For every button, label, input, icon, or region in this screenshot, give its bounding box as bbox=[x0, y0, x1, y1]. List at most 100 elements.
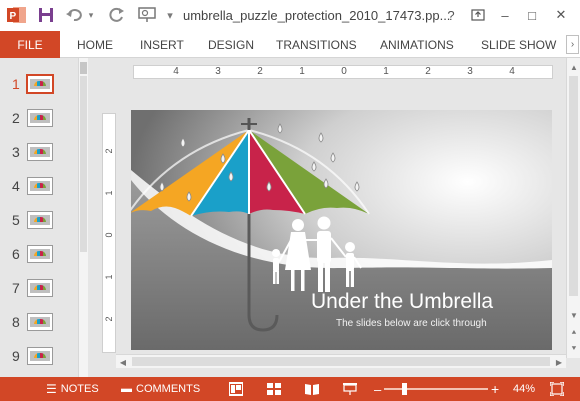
comment-icon: ▬ bbox=[121, 383, 132, 395]
ribbon-scroll-right-icon[interactable]: › bbox=[566, 35, 579, 54]
notes-icon: ☰ bbox=[46, 382, 57, 396]
zoom-slider-track[interactable] bbox=[384, 388, 488, 390]
ruler-tick-label: 2 bbox=[104, 148, 114, 154]
slide-number: 6 bbox=[12, 246, 20, 262]
ribbon-display-options-icon[interactable] bbox=[467, 5, 489, 25]
slide-subtitle-text[interactable]: The slides below are click through bbox=[336, 318, 487, 329]
slide-thumbnail-image bbox=[27, 245, 53, 263]
scroll-right-arrow-icon[interactable]: ▶ bbox=[552, 355, 566, 369]
scroll-down-arrow-icon[interactable]: ▼ bbox=[567, 308, 580, 322]
minimize-button[interactable]: – bbox=[494, 5, 516, 25]
slide-thumbnail-8[interactable]: 8 bbox=[0, 308, 78, 338]
slide-editing-area: 4 3 2 1 0 1 2 3 4 2 1 0 1 2 Under the Um… bbox=[88, 58, 580, 377]
comments-button[interactable]: ▬ COMMENTS bbox=[121, 377, 200, 401]
notes-button[interactable]: ☰ NOTES bbox=[46, 377, 99, 401]
tab-home[interactable]: HOME bbox=[77, 31, 113, 58]
slide-thumbnail-image bbox=[27, 177, 53, 195]
vertical-scrollbar[interactable]: ▲ ▼ ⯅ ⯆ bbox=[566, 58, 580, 358]
svg-text:P: P bbox=[10, 11, 17, 22]
powerpoint-icon: P bbox=[6, 5, 28, 25]
slide-artwork bbox=[131, 110, 552, 350]
slide-thumbnail-7[interactable]: 7 bbox=[0, 274, 78, 304]
horizontal-scrollbar[interactable]: ◀ ▶ bbox=[116, 354, 566, 368]
slide-thumbnail-1[interactable]: 1 bbox=[0, 70, 78, 100]
restore-button[interactable]: □ bbox=[521, 5, 543, 25]
scroll-up-arrow-icon[interactable]: ▲ bbox=[567, 60, 580, 74]
repeat-icon[interactable] bbox=[107, 5, 127, 25]
horizontal-ruler: 4 3 2 1 0 1 2 3 4 bbox=[133, 65, 553, 79]
slide-thumbnail-image bbox=[26, 74, 54, 94]
notes-label: NOTES bbox=[60, 383, 99, 395]
ruler-tick-label: 3 bbox=[467, 66, 473, 77]
slide-thumbnail-4[interactable]: 4 bbox=[0, 172, 78, 202]
close-button[interactable]: ✕ bbox=[550, 5, 572, 25]
undo-dropdown-icon[interactable]: ▾ bbox=[86, 5, 96, 25]
slide-thumbnail-6[interactable]: 6 bbox=[0, 240, 78, 270]
undo-icon[interactable] bbox=[64, 5, 84, 25]
zoom-slider-thumb[interactable] bbox=[402, 383, 407, 395]
vertical-ruler: 2 1 0 1 2 bbox=[102, 113, 116, 353]
comments-label: COMMENTS bbox=[136, 383, 201, 395]
tab-file[interactable]: FILE bbox=[0, 31, 60, 58]
document-title: umbrella_puzzle_protection_2010_17473.pp… bbox=[183, 8, 451, 23]
customize-qat-icon[interactable]: ▾ bbox=[164, 5, 176, 25]
thumbnails-scrollbar[interactable] bbox=[78, 58, 88, 377]
slide-thumbnail-2[interactable]: 2 bbox=[0, 104, 78, 134]
help-button[interactable]: ? bbox=[440, 5, 462, 25]
save-icon[interactable] bbox=[36, 5, 56, 25]
normal-view-icon[interactable] bbox=[229, 382, 243, 396]
slide-thumbnail-3[interactable]: 3 bbox=[0, 138, 78, 168]
thumbnails-scroll-thumb[interactable] bbox=[80, 76, 87, 252]
present-from-beginning-icon[interactable] bbox=[136, 5, 158, 25]
slide-title-text[interactable]: Under the Umbrella bbox=[311, 290, 493, 314]
slide-number: 5 bbox=[12, 212, 20, 228]
reading-view-icon[interactable] bbox=[305, 382, 319, 396]
title-bar: P ▾ ▾ umbrella_puzzle_protection_2010_17… bbox=[0, 0, 580, 31]
ruler-tick-label: 3 bbox=[215, 66, 221, 77]
slide-sorter-icon[interactable] bbox=[267, 382, 281, 396]
slide-thumbnail-image bbox=[27, 313, 53, 331]
ruler-tick-label: 1 bbox=[104, 190, 114, 196]
slide-number: 9 bbox=[12, 348, 20, 364]
ruler-tick-label: 2 bbox=[257, 66, 263, 77]
slide-number: 2 bbox=[12, 110, 20, 126]
vertical-scroll-thumb[interactable] bbox=[569, 76, 578, 296]
slide-thumbnail-image bbox=[27, 347, 53, 365]
ruler-tick-label: 1 bbox=[383, 66, 389, 77]
ribbon-tabs: FILE HOME INSERT DESIGN TRANSITIONS ANIM… bbox=[0, 31, 580, 58]
slide-number: 8 bbox=[12, 314, 20, 330]
slide-thumbnails-pane: 1 2 3 4 5 6 7 8 9 bbox=[0, 58, 88, 377]
slide-number: 1 bbox=[12, 76, 20, 92]
slide-thumbnail-image bbox=[27, 143, 53, 161]
status-bar: ☰ NOTES ▬ COMMENTS – + 44% bbox=[0, 377, 580, 401]
zoom-in-button[interactable]: + bbox=[491, 377, 499, 401]
tab-animations[interactable]: ANIMATIONS bbox=[380, 31, 454, 58]
slide-number: 3 bbox=[12, 144, 20, 160]
powerpoint-window: P ▾ ▾ umbrella_puzzle_protection_2010_17… bbox=[0, 0, 580, 401]
scroll-up-arrow-icon[interactable] bbox=[80, 62, 87, 74]
ruler-tick-label: 0 bbox=[341, 66, 347, 77]
fit-slide-to-window-icon[interactable] bbox=[550, 382, 564, 396]
slide-thumbnail-9[interactable]: 9 bbox=[0, 342, 78, 372]
horizontal-scroll-thumb[interactable] bbox=[132, 357, 550, 366]
tab-insert[interactable]: INSERT bbox=[140, 31, 184, 58]
tab-design[interactable]: DESIGN bbox=[208, 31, 254, 58]
tab-transitions[interactable]: TRANSITIONS bbox=[276, 31, 357, 58]
zoom-level[interactable]: 44% bbox=[513, 377, 535, 401]
slide-number: 4 bbox=[12, 178, 20, 194]
slide-show-icon[interactable] bbox=[343, 382, 357, 396]
slide-thumbnail-5[interactable]: 5 bbox=[0, 206, 78, 236]
ruler-tick-label: 2 bbox=[104, 316, 114, 322]
scroll-left-arrow-icon[interactable]: ◀ bbox=[116, 355, 130, 369]
ruler-tick-label: 1 bbox=[104, 274, 114, 280]
ruler-tick-label: 1 bbox=[299, 66, 305, 77]
slide-thumbnail-image bbox=[27, 109, 53, 127]
tab-slide-show[interactable]: SLIDE SHOW bbox=[481, 31, 556, 58]
slide-thumbnail-image bbox=[27, 211, 53, 229]
zoom-out-button[interactable]: – bbox=[374, 377, 381, 401]
slide-canvas[interactable]: Under the Umbrella The slides below are … bbox=[131, 110, 552, 350]
next-slide-icon[interactable]: ⯆ bbox=[567, 342, 580, 356]
ruler-tick-label: 0 bbox=[104, 232, 114, 238]
previous-slide-icon[interactable]: ⯅ bbox=[567, 326, 580, 340]
slide-thumbnail-image bbox=[27, 279, 53, 297]
